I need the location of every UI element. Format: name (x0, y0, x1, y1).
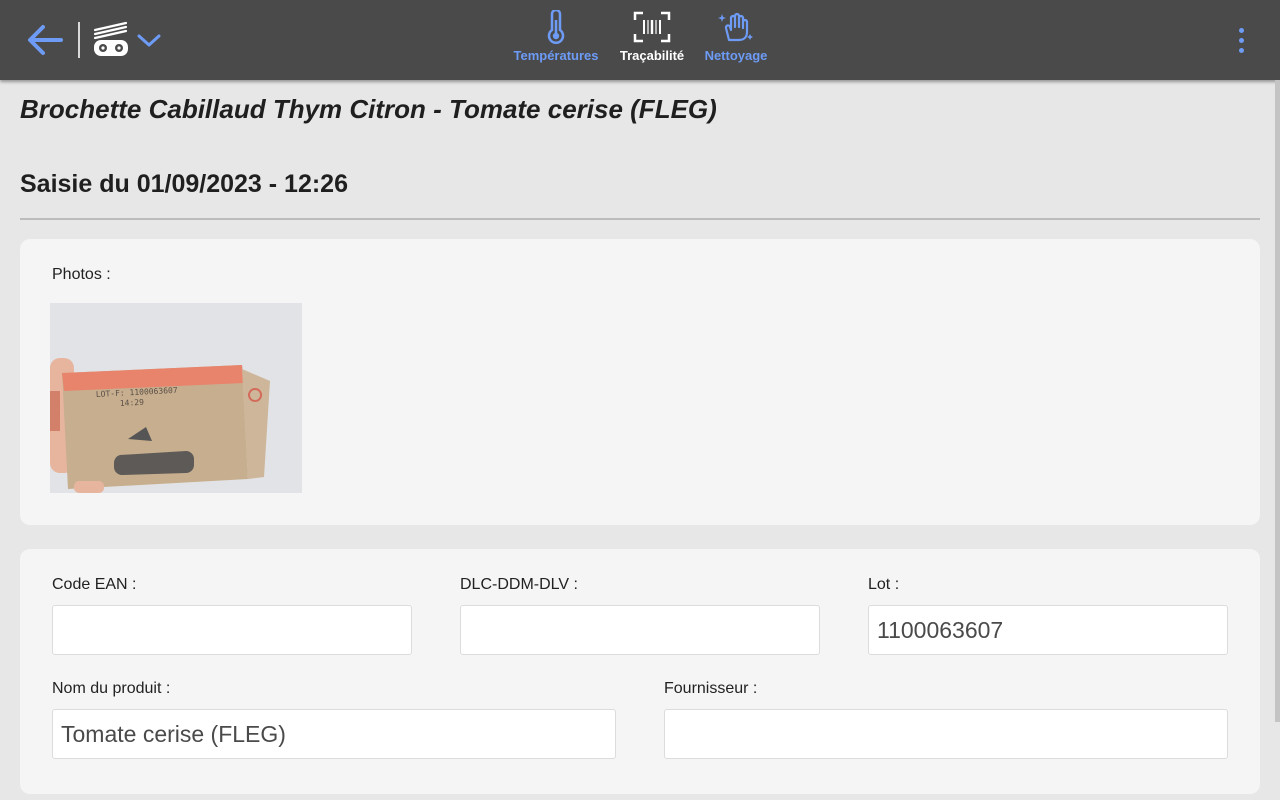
kebab-dot-icon (1238, 37, 1244, 43)
dlc-label: DLC-DDM-DLV : (460, 576, 578, 593)
supplier-label: Fournisseur : (664, 680, 758, 697)
chevron-down-icon (137, 34, 161, 47)
more-options-button[interactable] (1226, 22, 1256, 58)
product-name-label: Nom du produit : (52, 680, 171, 697)
tab-label: Nettoyage (704, 48, 768, 63)
photo-time-print: 14:29 (120, 398, 145, 408)
kebab-dot-icon (1238, 47, 1244, 53)
photo-thumbnail[interactable]: LOT-F: 1100063607 14:29 (50, 303, 302, 493)
photos-label: Photos : (52, 266, 111, 283)
barcode-scan-icon (633, 11, 671, 43)
dlc-input[interactable] (460, 605, 820, 655)
kebab-dot-icon (1238, 27, 1244, 33)
cleaning-hand-icon (718, 12, 753, 42)
product-name-input[interactable]: Tomate cerise (FLEG) (52, 709, 616, 759)
section-divider (20, 218, 1260, 220)
site-selector[interactable] (90, 18, 170, 62)
tab-tracabilite[interactable]: Traçabilité (604, 10, 700, 63)
site-logo-icon (93, 21, 128, 56)
tab-nettoyage[interactable]: Nettoyage (688, 10, 784, 63)
ean-input[interactable] (52, 605, 412, 655)
tab-label: Températures (513, 48, 599, 63)
tab-temperatures[interactable]: Températures (508, 10, 604, 63)
toolbar-divider (78, 22, 80, 58)
tab-label: Traçabilité (619, 48, 685, 63)
photos-card: Photos : LOT-F: 1100063607 14:29 (20, 239, 1260, 525)
entry-title: Saisie du 01/09/2023 - 12:26 (20, 170, 348, 198)
arrow-left-icon (28, 25, 63, 55)
product-title: Brochette Cabillaud Thym Citron - Tomate… (20, 94, 717, 124)
ean-label: Code EAN : (52, 576, 137, 593)
lot-label: Lot : (868, 576, 900, 593)
top-app-bar: Températures Traçabilité Nettoyage (0, 0, 1280, 80)
traceability-fields-card: Code EAN : DLC-DDM-DLV : Lot : 110006360… (20, 549, 1260, 794)
page-scrollbar[interactable] (1275, 80, 1280, 722)
back-button[interactable] (22, 20, 68, 60)
photo-image: LOT-F: 1100063607 14:29 (50, 303, 302, 493)
supplier-input[interactable] (664, 709, 1228, 759)
thermometer-icon (547, 10, 565, 44)
lot-input[interactable]: 1100063607 (868, 605, 1228, 655)
